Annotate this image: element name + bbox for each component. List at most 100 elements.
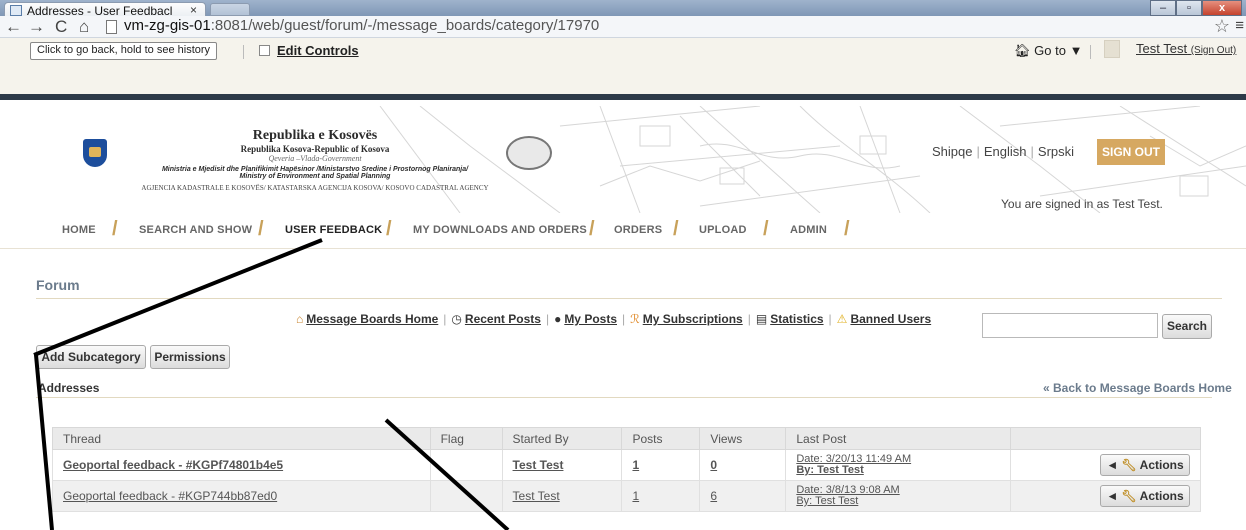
close-window-button[interactable]: x [1202, 0, 1242, 16]
caret-left-icon: ◄ [1106, 489, 1122, 503]
nav-admin[interactable]: ADMIN [790, 224, 827, 236]
org-name: Republika e Kosovës [252, 128, 378, 143]
posts-count-link[interactable]: 1 [632, 489, 639, 503]
org-government: Qeveria –Vlada-Government [268, 154, 362, 163]
thread-link[interactable]: Geoportal feedback - #KGPf74801b4e5 [63, 458, 283, 472]
home-icon: ⌂ [296, 312, 304, 326]
browser-toolbar: ← → C ⌂ vm-zg-gis-01:8081/web/guest/foru… [0, 16, 1246, 38]
goto-menu[interactable]: 🏠︎ Go to ▼ [1014, 43, 1082, 59]
home-icon[interactable]: ⌂ [79, 17, 89, 37]
new-tab-button[interactable] [210, 3, 250, 16]
agency-logo-icon [506, 136, 552, 170]
forward-arrow-icon[interactable]: → [28, 17, 45, 37]
kosovo-emblem-icon [83, 139, 107, 167]
nav-separator: / [763, 218, 769, 240]
maximize-button[interactable]: ▫ [1176, 0, 1202, 16]
url-host: vm-zg-gis-01 [124, 17, 211, 34]
reload-icon[interactable]: C [55, 17, 67, 37]
my-subscriptions-link[interactable]: My Subscriptions [643, 312, 743, 326]
views-count-link[interactable]: 6 [710, 489, 717, 503]
page-title: Forum [36, 277, 80, 293]
actions-label: Actions [1139, 458, 1184, 472]
back-to-message-boards-link[interactable]: « Back to Message Boards Home [1043, 381, 1232, 395]
user-icon: ● [554, 312, 562, 326]
sign-out-button[interactable]: SIGN OUT [1097, 139, 1165, 165]
nav-user-feedback[interactable]: USER FEEDBACK [285, 224, 382, 236]
statistics-link[interactable]: Statistics [770, 312, 823, 326]
actions-menu-button[interactable]: ◄ 🔧︎ Actions [1100, 485, 1190, 507]
goto-label: Go to [1034, 43, 1066, 58]
column-header-thread[interactable]: Thread [52, 427, 431, 450]
thread-link[interactable]: Geoportal feedback - #KGP744bb87ed0 [63, 489, 277, 503]
column-header-flag[interactable]: Flag [429, 427, 503, 450]
back-tooltip: Click to go back, hold to see history [30, 42, 218, 60]
divider [36, 397, 1212, 398]
nav-separator: / [673, 218, 679, 240]
last-post-author-link[interactable]: By: Test Test [796, 464, 863, 476]
avatar[interactable] [1104, 40, 1120, 58]
column-header-actions [1010, 427, 1201, 450]
nav-separator: / [844, 218, 850, 240]
banned-users-link[interactable]: Banned Users [850, 312, 931, 326]
divider [243, 45, 244, 59]
main-navigation: HOME / SEARCH AND SHOW / USER FEEDBACK /… [0, 213, 1246, 249]
table-row: Geoportal feedback - #KGP744bb87ed0 Test… [52, 480, 1201, 512]
nav-upload[interactable]: UPLOAD [699, 224, 747, 236]
site-header: Republika e Kosovës Republika Kosova-Rep… [0, 106, 1246, 213]
back-arrow-icon[interactable]: ← [5, 17, 22, 37]
org-agency: AGJENCIA KADASTRALE E KOSOVËS/ KATASTARS… [141, 184, 489, 192]
statistics-icon: ▤ [755, 312, 768, 326]
signed-in-status: You are signed in as Test Test. [1001, 197, 1163, 211]
tab-close-icon[interactable]: × [190, 3, 197, 17]
edit-controls-checkbox[interactable] [259, 45, 270, 56]
column-header-last-post[interactable]: Last Post [785, 427, 1012, 450]
rss-icon: ℛ [630, 312, 640, 326]
url-path: :8081/web/guest/forum/-/message_boards/c… [210, 17, 600, 34]
edit-controls-label: Edit Controls [277, 43, 359, 58]
nav-home[interactable]: HOME [62, 224, 96, 236]
lang-srpski[interactable]: Srpski [1034, 144, 1078, 159]
column-header-posts[interactable]: Posts [621, 427, 701, 450]
nav-separator: / [589, 218, 595, 240]
message-boards-home-link[interactable]: Message Boards Home [306, 312, 438, 326]
my-posts-link[interactable]: My Posts [564, 312, 617, 326]
permissions-button[interactable]: Permissions [150, 345, 230, 369]
bookmark-star-icon[interactable]: ☆ [1214, 16, 1230, 37]
flag-cell [429, 449, 503, 481]
views-count-link[interactable]: 0 [710, 458, 717, 472]
lang-english[interactable]: English [980, 144, 1031, 159]
minimize-button[interactable]: – [1150, 0, 1176, 16]
lang-shipqe[interactable]: Shipqe [928, 144, 976, 159]
column-header-started-by[interactable]: Started By [501, 427, 623, 450]
warning-icon: ⚠ [836, 312, 848, 326]
nav-orders[interactable]: ORDERS [614, 224, 662, 236]
dropdown-arrow-icon: ▼ [1069, 43, 1083, 58]
started-by-link[interactable]: Test Test [513, 489, 560, 503]
language-switcher: Shipqe | English | Srpski [928, 144, 1078, 159]
dockbar: Click to go back, hold to see history Ed… [0, 38, 1246, 100]
sign-out-link[interactable]: (Sign Out) [1191, 45, 1237, 56]
nav-search-and-show[interactable]: SEARCH AND SHOW [139, 224, 252, 236]
org-ministry: Ministria e Mjedisit dhe Planifikimit Ha… [161, 166, 469, 173]
add-subcategory-button[interactable]: Add Subcategory [36, 345, 146, 369]
page-favicon-icon [10, 5, 22, 16]
wrench-icon: 🔧︎ [1121, 458, 1140, 472]
column-header-views[interactable]: Views [699, 427, 787, 450]
posts-count-link[interactable]: 1 [632, 458, 639, 472]
browser-menu-icon[interactable]: ≡ [1235, 17, 1244, 34]
recent-posts-link[interactable]: Recent Posts [465, 312, 541, 326]
user-name-link[interactable]: Test Test [1136, 41, 1187, 56]
edit-controls-toggle[interactable]: Edit Controls [259, 43, 359, 58]
divider [36, 298, 1222, 299]
nav-separator: / [386, 218, 392, 240]
last-post-author-link[interactable]: By: Test Test [796, 495, 858, 507]
nav-separator: / [112, 218, 118, 240]
nav-my-downloads-and-orders[interactable]: MY DOWNLOADS AND ORDERS [413, 224, 587, 236]
search-input[interactable] [982, 313, 1158, 338]
actions-menu-button[interactable]: ◄ 🔧︎ Actions [1100, 454, 1190, 476]
started-by-link[interactable]: Test Test [513, 458, 564, 472]
address-bar[interactable]: vm-zg-gis-01:8081/web/guest/forum/-/mess… [106, 17, 1206, 37]
nav-separator: / [258, 218, 264, 240]
user-menu[interactable]: Test Test (Sign Out) [1136, 41, 1236, 56]
search-button[interactable]: Search [1162, 314, 1212, 339]
